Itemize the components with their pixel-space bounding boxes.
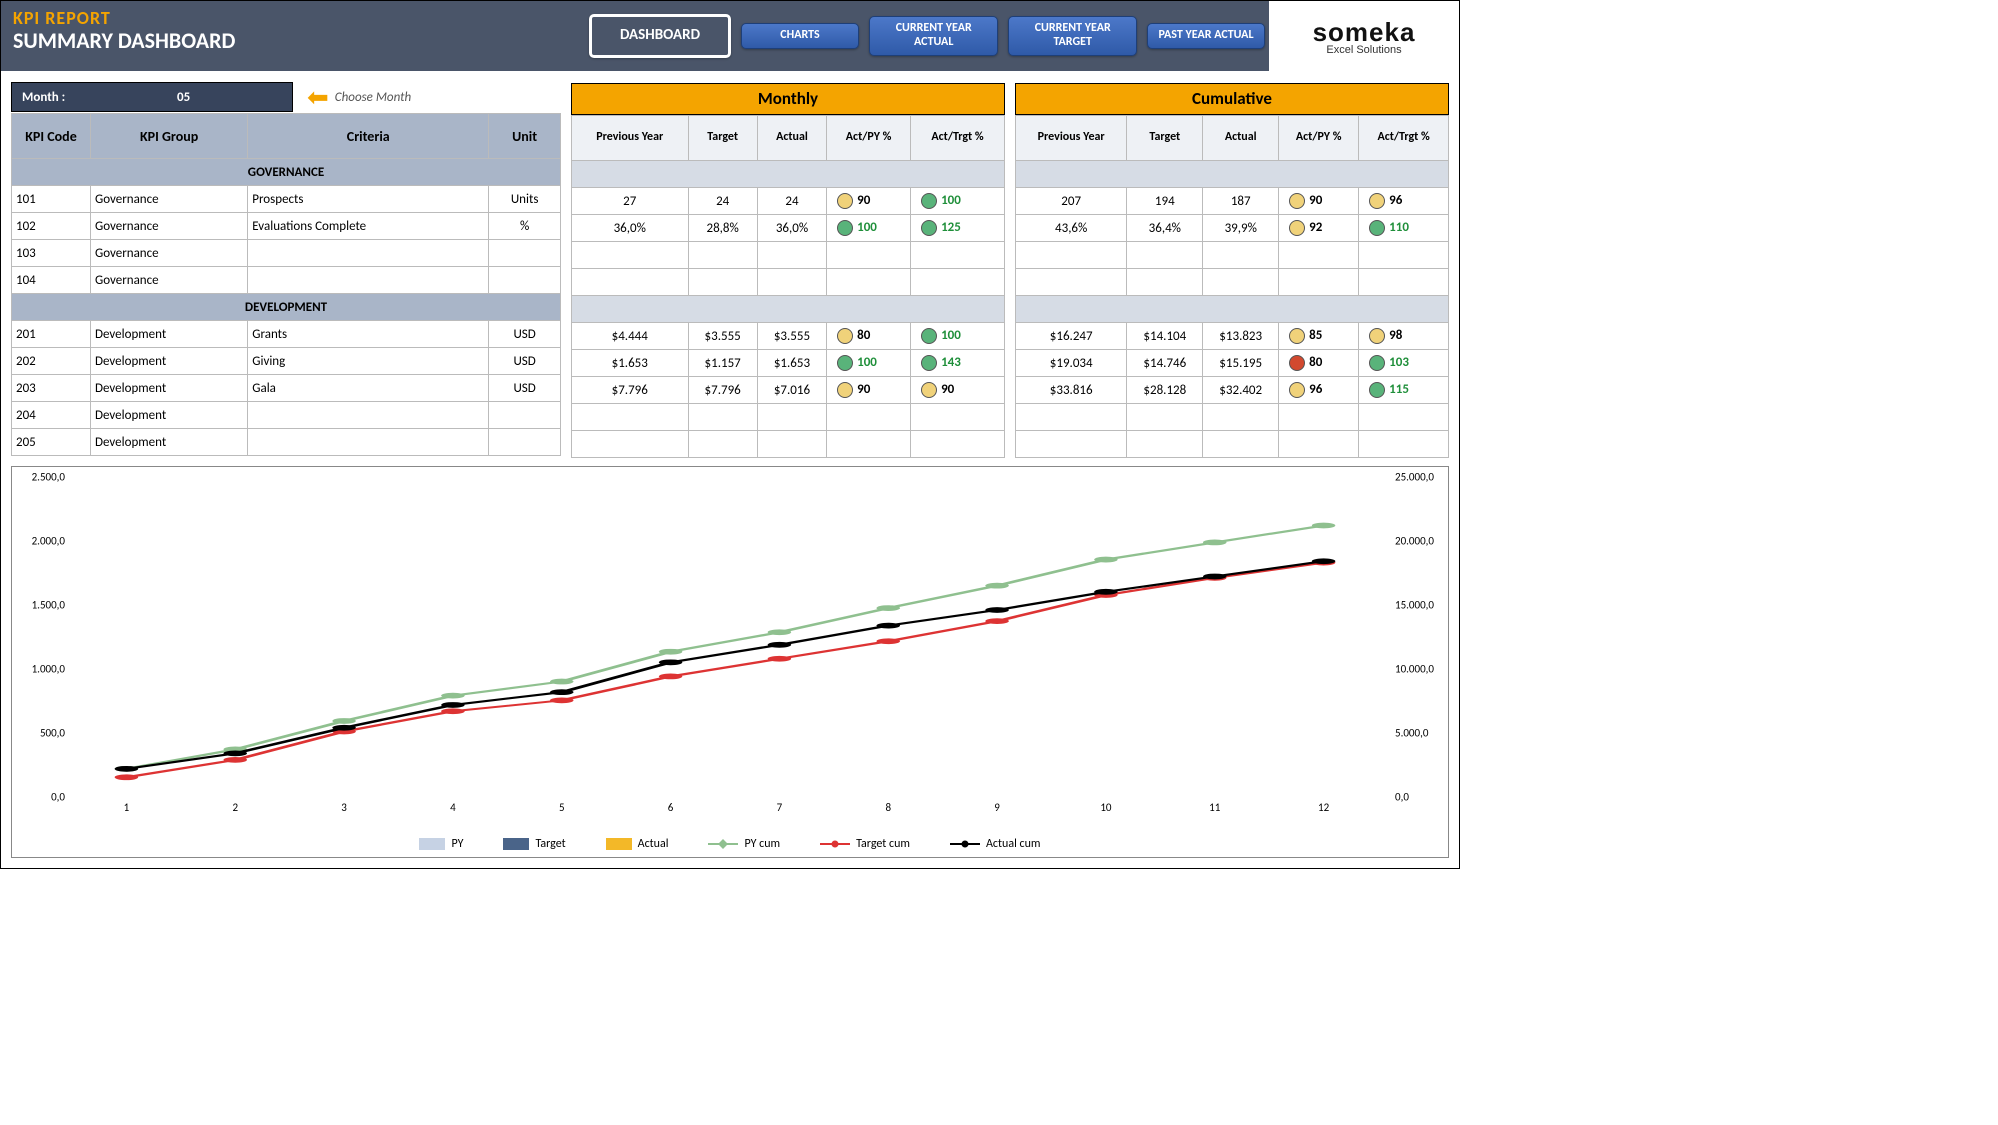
group-header: GOVERNANCE [12,159,561,186]
col-kpi-criteria: Criteria [248,114,489,159]
col-kpi-unit: Unit [489,114,561,159]
col-cum-target: Target [1127,116,1203,161]
monthly-row [572,269,1005,296]
cumulative-row [1016,404,1449,431]
col-mon-actpy: Act/PY % [827,116,911,161]
group-header: DEVELOPMENT [12,294,561,321]
nav-dashboard[interactable]: DASHBOARD [589,14,731,57]
cumulative-row [1016,431,1449,458]
col-mon-py: Previous Year [572,116,689,161]
cumulative-row [1016,242,1449,269]
monthly-row [572,404,1005,431]
cumulative-table: Previous Year Target Actual Act/PY % Act… [1015,115,1449,458]
monthly-title: Monthly [571,83,1005,115]
cumulative-row: $16.247$14.104$13.8238598 [1016,323,1449,350]
legend-item: Target cum [820,837,910,851]
nav-current-year-target[interactable]: CURRENT YEAR TARGET [1008,16,1137,56]
legend-item: Actual [606,837,669,851]
col-cum-py: Previous Year [1016,116,1127,161]
kpi-row[interactable]: 202DevelopmentGivingUSD [12,348,561,375]
legend-item: PY cum [708,837,780,851]
cumulative-row: $33.816$28.128$32.40296115 [1016,377,1449,404]
nav-charts[interactable]: CHARTS [741,23,859,49]
monthly-row: $1.653$1.157$1.653100143 [572,350,1005,377]
kpi-table: KPI Code KPI Group Criteria Unit GOVERNA… [11,113,561,456]
kpi-row[interactable]: 102GovernanceEvaluations Complete% [12,213,561,240]
group-spacer [1016,296,1449,323]
monthly-row: 27242490100 [572,188,1005,215]
kpi-row[interactable]: 101GovernanceProspectsUnits [12,186,561,213]
monthly-row [572,431,1005,458]
kpi-row[interactable]: 201DevelopmentGrantsUSD [12,321,561,348]
col-mon-actual: Actual [757,116,826,161]
monthly-row: $4.444$3.555$3.55580100 [572,323,1005,350]
cumulative-row: 43,6%36,4%39,9%92110 [1016,215,1449,242]
group-spacer [572,296,1005,323]
col-mon-acttrg: Act/Trgt % [911,116,1005,161]
kpi-row[interactable]: 104Governance [12,267,561,294]
group-spacer [572,161,1005,188]
monthly-row: $7.796$7.796$7.0169090 [572,377,1005,404]
kpi-row[interactable]: 203DevelopmentGalaUSD [12,375,561,402]
cumulative-row: 2071941879096 [1016,188,1449,215]
monthly-table: Previous Year Target Actual Act/PY % Act… [571,115,1005,458]
monthly-row: 36,0%28,8%36,0%100125 [572,215,1005,242]
kpi-row[interactable]: 103Governance [12,240,561,267]
legend-item: Actual cum [950,837,1041,851]
legend-item: Target [503,837,565,851]
nav-bar: DASHBOARD CHARTS CURRENT YEAR ACTUALCURREN… [585,1,1269,71]
col-kpi-group: KPI Group [91,114,248,159]
logo: someka Excel Solutions [1269,1,1459,71]
report-title: KPI REPORT [13,7,573,29]
logo-subtext: Excel Solutions [1326,44,1401,56]
col-kpi-code: KPI Code [12,114,91,159]
col-cum-actual: Actual [1203,116,1279,161]
header-bar: KPI REPORT SUMMARY DASHBOARD DASHBOARD CH… [1,1,1459,71]
cumulative-row: $19.034$14.746$15.19580103 [1016,350,1449,377]
col-mon-target: Target [688,116,757,161]
col-cum-acttrg: Act/Trgt % [1359,116,1449,161]
cumulative-row [1016,269,1449,296]
kpi-row[interactable]: 205Development [12,429,561,456]
cumulative-title: Cumulative [1015,83,1449,115]
kpi-chart: 0,0500,01.000,01.500,02.000,02.500,0 0,0… [11,466,1449,858]
nav-past-year-actual[interactable]: PAST YEAR ACTUAL [1147,23,1265,49]
nav-current-year-actual[interactable]: CURRENT YEAR ACTUAL [869,16,998,56]
col-cum-actpy: Act/PY % [1279,116,1359,161]
page-subtitle: SUMMARY DASHBOARD [13,27,573,54]
monthly-row [572,242,1005,269]
group-spacer [1016,161,1449,188]
legend-item: PY [419,837,463,851]
kpi-row[interactable]: 204Development [12,402,561,429]
